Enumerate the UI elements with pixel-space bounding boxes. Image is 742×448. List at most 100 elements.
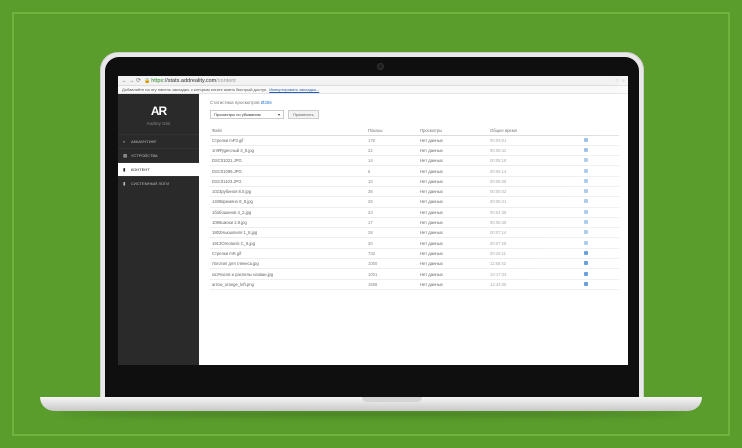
chart-icon: ◐ [123, 139, 126, 144]
cell-status: Нет данных [418, 237, 488, 249]
cell-status: Нет данных [418, 268, 488, 280]
cell-select[interactable] [582, 145, 619, 157]
sidebar-item-devices[interactable]: ▦ УСТРОЙСТВА [118, 148, 199, 162]
table-row[interactable]: 1802Ньюшпиля 1_8.jpg 28 Нет данных 00:07:14 [210, 227, 619, 239]
star-icon[interactable]: ☆ [615, 78, 619, 84]
row-checkbox-icon[interactable] [584, 189, 588, 194]
cell-select[interactable] [582, 248, 619, 260]
row-checkbox-icon[interactable] [584, 147, 588, 152]
user-name: Andrey Gim [146, 121, 171, 126]
table-row[interactable]: 1023рубиноя 8.0.jpg 36 Нет данных 00:05:02 [210, 186, 619, 198]
bookmark-bar-text: Добавляйте на эту панель закладки, к кот… [122, 87, 268, 92]
cell-status: Нет данных [418, 207, 488, 218]
cell-views: 6 [366, 165, 418, 177]
row-checkbox-icon[interactable] [584, 158, 588, 163]
address-bar[interactable]: 🔒 https ://stats.addreality.com /content [144, 78, 236, 84]
cell-select[interactable] [582, 268, 619, 280]
apply-button[interactable]: Применить [288, 110, 319, 119]
back-icon[interactable]: ← [121, 78, 128, 84]
cell-select[interactable] [582, 165, 619, 177]
table-row[interactable]: DSC01021.JPG 14 Нет данных 00:05:18 [210, 155, 619, 167]
content-icon: ▮ [123, 166, 126, 172]
cell-select[interactable] [582, 155, 619, 167]
table-row[interactable]: Cтрелки mР3.gif 178 Нет данных 00:03:01 [210, 135, 619, 146]
table-row[interactable]: коЗЧасов и распилы назван.jpg 1001 Нет дан… [210, 268, 619, 280]
sidebar-item-label: СИСТЕМНЫЙ ЛОГИ [131, 181, 170, 186]
browser-toolbar: ← → ⟳ 🔒 https ://stats.addreality.com /c… [118, 76, 628, 86]
table-row[interactable]: DSC01095.JPG 6 Нет данных 00:05:14 [210, 165, 619, 177]
row-checkbox-icon[interactable] [584, 220, 588, 225]
cell-select[interactable] [582, 135, 619, 146]
cell-select[interactable] [582, 207, 619, 218]
import-bookmarks-link[interactable]: Импортировать закладки... [269, 87, 319, 92]
column-header-status[interactable]: Просмотры [418, 126, 488, 136]
filter-bar: Просмотры по убыванию ▾ Применить [210, 110, 619, 119]
row-checkbox-icon[interactable] [584, 230, 588, 235]
cell-file: 1409времяно 8_8.jpg [210, 196, 366, 208]
column-header-file[interactable]: Файл [210, 126, 366, 136]
sidebar-item-accounting[interactable]: ◐ АККАУНТИНГ [118, 134, 199, 148]
cell-select[interactable] [582, 196, 619, 208]
cell-file: DSC01103.JPG [210, 176, 366, 187]
row-checkbox-icon[interactable] [584, 168, 588, 173]
table-row[interactable]: Стрелки mR.gif 732 Нет данных 00:29:11 [210, 248, 619, 260]
url-scheme: https [151, 77, 164, 84]
row-checkbox-icon[interactable] [584, 240, 588, 245]
cell-time: 12:43:30 [488, 279, 582, 290]
table-row[interactable]: Логотип для глянеса.jpg 1000 Нет данных 11:… [210, 258, 619, 270]
row-checkbox-icon[interactable] [584, 271, 588, 276]
row-checkbox-icon[interactable] [584, 281, 588, 286]
sort-select[interactable]: Просмотры по убыванию ▾ [210, 110, 284, 119]
table-row[interactable]: 1069шкоки 2.8.jpg 17 Нет данных 00:05:38 [210, 217, 619, 229]
subtitle-link[interactable]: Ø356 [261, 100, 272, 105]
cell-views: 14 [366, 155, 418, 167]
row-checkbox-icon[interactable] [584, 199, 588, 204]
cell-file: Логотип для глянеса.jpg [210, 258, 366, 270]
cell-status: Нет данных [418, 186, 488, 198]
cell-views: 10 [366, 176, 418, 187]
cell-select[interactable] [582, 258, 619, 270]
cell-time: 00:05:02 [488, 186, 582, 198]
table-row[interactable]: arrow_orange_left.png 1688 Нет данных 12:43… [210, 279, 619, 290]
table-row[interactable]: 1913Ornotanis C_8.jpg 20 Нет данных 00:07:2… [210, 237, 619, 249]
row-checkbox-icon[interactable] [584, 250, 588, 255]
column-header-time[interactable]: Общее время [488, 126, 582, 136]
cell-file: 1913Ornotanis C_8.jpg [210, 237, 366, 249]
chevron-down-icon: ▾ [277, 112, 280, 117]
cell-select[interactable] [582, 227, 619, 239]
cell-file: DSC01095.JPG [210, 165, 366, 177]
menu-icon[interactable]: ≡ [622, 78, 625, 84]
sidebar-item-content[interactable]: ▮ КОНТЕНТ [118, 162, 199, 176]
cell-time: 00:03:01 [488, 135, 582, 146]
cell-select[interactable] [582, 217, 619, 229]
sidebar-item-system-log[interactable]: ▮ СИСТЕМНЫЙ ЛОГИ [118, 176, 199, 190]
lock-icon: 🔒 [144, 77, 151, 84]
cell-select[interactable] [582, 186, 619, 198]
row-checkbox-icon[interactable] [584, 137, 588, 142]
table-row[interactable]: 1бобошинов 4_2.jpg 23 Нет данных 00:04:38 [210, 207, 619, 218]
logo-mark: AR [150, 104, 167, 118]
cell-views: 26 [366, 196, 418, 208]
cell-status: Нет данных [418, 217, 488, 229]
cell-views: 1000 [366, 258, 418, 270]
row-checkbox-icon[interactable] [584, 178, 588, 183]
cell-file: Стрелки mR.gif [210, 248, 366, 260]
sidebar-item-label: УСТРОЙСТВА [131, 153, 158, 158]
cell-time: 00:05:14 [488, 165, 582, 177]
cell-select[interactable] [582, 279, 619, 290]
cell-select[interactable] [582, 176, 619, 187]
cell-views: 1688 [366, 279, 418, 290]
cell-time: 00:07:14 [488, 227, 582, 239]
table-row[interactable]: DSC01103.JPG 10 Нет данных 00:05:06 [210, 176, 619, 187]
column-header-views[interactable]: Показы [366, 126, 418, 136]
row-checkbox-icon[interactable] [584, 261, 588, 266]
table-row[interactable]: 1409времяно 8_8.jpg 26 Нет данных 00:05:41 [210, 196, 619, 208]
cell-select[interactable] [582, 237, 619, 249]
reload-icon[interactable]: ⟳ [135, 77, 142, 84]
table-row[interactable]: 1пФРдресный 3_8.jpg 22 Нет данных 00:05:42 [210, 145, 619, 157]
cell-views: 36 [366, 186, 418, 198]
forward-icon[interactable]: → [128, 78, 135, 84]
row-checkbox-icon[interactable] [584, 209, 588, 214]
cell-time: 10:17:33 [488, 268, 582, 280]
logo[interactable]: AR Andrey Gim [118, 94, 199, 134]
